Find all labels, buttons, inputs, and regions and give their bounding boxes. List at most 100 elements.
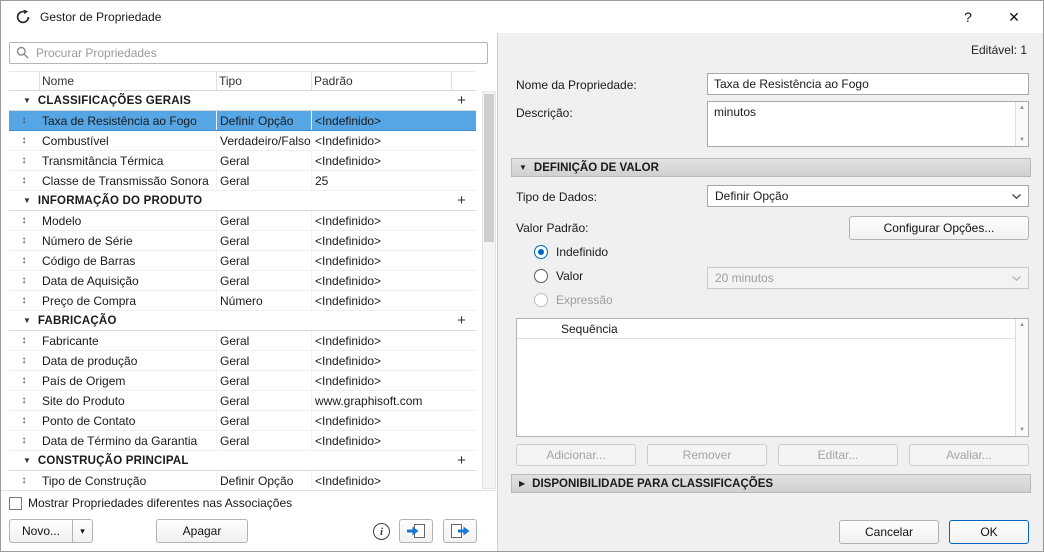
row-drag-handle-icon[interactable]: ↕ xyxy=(9,271,39,290)
row-spacer-cell xyxy=(451,151,476,170)
import-properties-button[interactable] xyxy=(399,519,433,543)
availability-section-header[interactable]: ▶ DISPONIBILIDADE PARA CLASSIFICAÇÕES xyxy=(511,474,1031,493)
property-type-cell: Geral xyxy=(216,331,311,350)
row-drag-handle-icon[interactable]: ↕ xyxy=(9,331,39,350)
property-row[interactable]: ↕ Código de Barras Geral <Indefinido> xyxy=(9,251,476,271)
property-row[interactable]: ↕ Site do Produto Geral www.graphisoft.com xyxy=(9,391,476,411)
scroll-up-icon[interactable]: ▲ xyxy=(1016,322,1028,328)
option-list-scrollbar[interactable]: ▲ ▼ xyxy=(1015,319,1028,436)
property-default-cell: <Indefinido> xyxy=(311,431,451,450)
group-header-row[interactable]: ▼ FABRICAÇÃO + xyxy=(9,311,476,331)
property-default-cell: <Indefinido> xyxy=(311,151,451,170)
option-set-list[interactable]: Sequência ▲ ▼ xyxy=(516,318,1029,437)
configure-options-button[interactable]: Configurar Opções... xyxy=(849,216,1029,240)
property-row[interactable]: ↕ Data de produção Geral <Indefinido> xyxy=(9,351,476,371)
data-type-value: Definir Opção xyxy=(715,189,789,203)
row-spacer-cell xyxy=(451,111,476,130)
group-expand-icon[interactable]: ▼ xyxy=(23,196,31,205)
title-bar: Gestor de Propriedade ? ✕ xyxy=(1,1,1043,33)
property-row[interactable]: ↕ Combustível Verdadeiro/Falso <Indefinido> xyxy=(9,131,476,151)
close-button[interactable]: ✕ xyxy=(999,1,1029,33)
property-row[interactable]: ↕ Transmitância Térmica Geral <Indefinido> xyxy=(9,151,476,171)
ok-button[interactable]: OK xyxy=(949,520,1029,544)
group-expand-icon[interactable]: ▼ xyxy=(23,456,31,465)
property-row[interactable]: ↕ Data de Término da Garantia Geral <Indefi… xyxy=(9,431,476,451)
cancel-button[interactable]: Cancelar xyxy=(839,520,939,544)
row-drag-handle-icon[interactable]: ↕ xyxy=(9,351,39,370)
archicad-logo-icon xyxy=(16,9,30,24)
radio-valor[interactable]: Valor xyxy=(534,264,613,288)
novo-dropdown-button[interactable]: ▾ xyxy=(72,519,93,543)
property-row[interactable]: ↕ Número de Série Geral <Indefinido> xyxy=(9,231,476,251)
row-drag-handle-icon[interactable]: ↕ xyxy=(9,231,39,250)
add-property-icon[interactable]: + xyxy=(449,92,474,109)
scroll-up-icon[interactable]: ▲ xyxy=(1016,105,1028,111)
property-type-cell: Geral xyxy=(216,271,311,290)
group-header-row[interactable]: ▼ CONSTRUÇÃO PRINCIPAL + xyxy=(9,451,476,471)
apagar-button[interactable]: Apagar xyxy=(156,519,248,543)
editable-status: Editável: 1 xyxy=(970,43,1027,57)
property-row[interactable]: ↕ País de Origem Geral <Indefinido> xyxy=(9,371,476,391)
row-spacer-cell xyxy=(451,171,476,190)
scroll-down-icon[interactable]: ▼ xyxy=(1016,427,1028,433)
group-expand-icon[interactable]: ▼ xyxy=(23,316,31,325)
row-drag-handle-icon[interactable]: ↕ xyxy=(9,411,39,430)
row-drag-handle-icon[interactable]: ↕ xyxy=(9,431,39,450)
property-row[interactable]: ↕ Taxa de Resistência ao Fogo Definir Opçã… xyxy=(9,111,476,131)
row-spacer-cell xyxy=(451,411,476,430)
row-drag-handle-icon[interactable]: ↕ xyxy=(9,371,39,390)
row-drag-handle-icon[interactable]: ↕ xyxy=(9,111,39,130)
help-button[interactable]: ? xyxy=(953,1,983,33)
radio-indefinido[interactable]: Indefinido xyxy=(534,240,613,264)
property-name-cell: Fabricante xyxy=(42,333,99,348)
property-default-cell: <Indefinido> xyxy=(311,211,451,230)
property-name-cell: Classe de Transmissão Sonora xyxy=(42,173,209,188)
scroll-down-icon[interactable]: ▼ xyxy=(1016,137,1028,143)
group-header-row[interactable]: ▼ CLASSIFICAÇÕES GERAIS + xyxy=(9,91,476,111)
property-name-cell: Site do Produto xyxy=(42,393,125,408)
property-row[interactable]: ↕ Fabricante Geral <Indefinido> xyxy=(9,331,476,351)
search-box xyxy=(9,42,488,64)
property-row[interactable]: ↕ Modelo Geral <Indefinido> xyxy=(9,211,476,231)
property-default-cell: <Indefinido> xyxy=(311,471,451,489)
property-default-cell: <Indefinido> xyxy=(311,271,451,290)
property-name-cell: País de Origem xyxy=(42,373,126,388)
add-property-icon[interactable]: + xyxy=(449,452,474,469)
property-row[interactable]: ↕ Data de Aquisição Geral <Indefinido> xyxy=(9,271,476,291)
group-header-row[interactable]: ▼ INFORMAÇÃO DO PRODUTO + xyxy=(9,191,476,211)
show-differences-checkbox[interactable] xyxy=(9,496,22,510)
property-name-input[interactable] xyxy=(707,73,1029,95)
row-spacer-cell xyxy=(451,331,476,350)
property-row[interactable]: ↕ Ponto de Contato Geral <Indefinido> xyxy=(9,411,476,431)
description-scrollbar[interactable]: ▲ ▼ xyxy=(1015,102,1028,146)
show-differences-label: Mostrar Propriedades diferentes nas Asso… xyxy=(28,496,293,510)
row-drag-handle-icon[interactable]: ↕ xyxy=(9,211,39,230)
property-row[interactable]: ↕ Classe de Transmissão Sonora Geral 25 xyxy=(9,171,476,191)
scrollbar-thumb[interactable] xyxy=(484,94,494,242)
row-drag-handle-icon[interactable]: ↕ xyxy=(9,391,39,410)
data-type-select[interactable]: Definir Opção xyxy=(707,185,1029,207)
row-drag-handle-icon[interactable]: ↕ xyxy=(9,471,39,489)
add-property-icon[interactable]: + xyxy=(449,192,474,209)
info-icon[interactable]: i xyxy=(373,523,390,540)
list-scrollbar[interactable] xyxy=(482,91,496,489)
row-drag-handle-icon[interactable]: ↕ xyxy=(9,171,39,190)
row-drag-handle-icon[interactable]: ↕ xyxy=(9,131,39,150)
property-row[interactable]: ↕ Preço de Compra Número <Indefinido> xyxy=(9,291,476,311)
novo-button[interactable]: Novo... xyxy=(9,519,73,543)
search-input[interactable] xyxy=(9,42,488,64)
row-drag-handle-icon[interactable]: ↕ xyxy=(9,151,39,170)
group-expand-icon[interactable]: ▼ xyxy=(23,96,31,105)
add-property-icon[interactable]: + xyxy=(449,312,474,329)
description-textarea[interactable]: minutos ▲ ▼ xyxy=(707,101,1029,147)
row-drag-handle-icon[interactable]: ↕ xyxy=(9,291,39,310)
property-editor-panel: Editável: 1 Nome da Propriedade: Descriç… xyxy=(498,33,1043,551)
value-definition-section-header[interactable]: ▼ DEFINIÇÃO DE VALOR xyxy=(511,158,1031,177)
property-default-cell: <Indefinido> xyxy=(311,111,451,130)
property-default-cell: <Indefinido> xyxy=(311,351,451,370)
export-properties-button[interactable] xyxy=(443,519,477,543)
row-drag-handle-icon[interactable]: ↕ xyxy=(9,251,39,270)
default-value-label: Valor Padrão: xyxy=(516,220,589,235)
property-row[interactable]: ↕ Tipo de Construção Definir Opção <Indefin… xyxy=(9,471,476,489)
property-type-cell: Geral xyxy=(216,211,311,230)
